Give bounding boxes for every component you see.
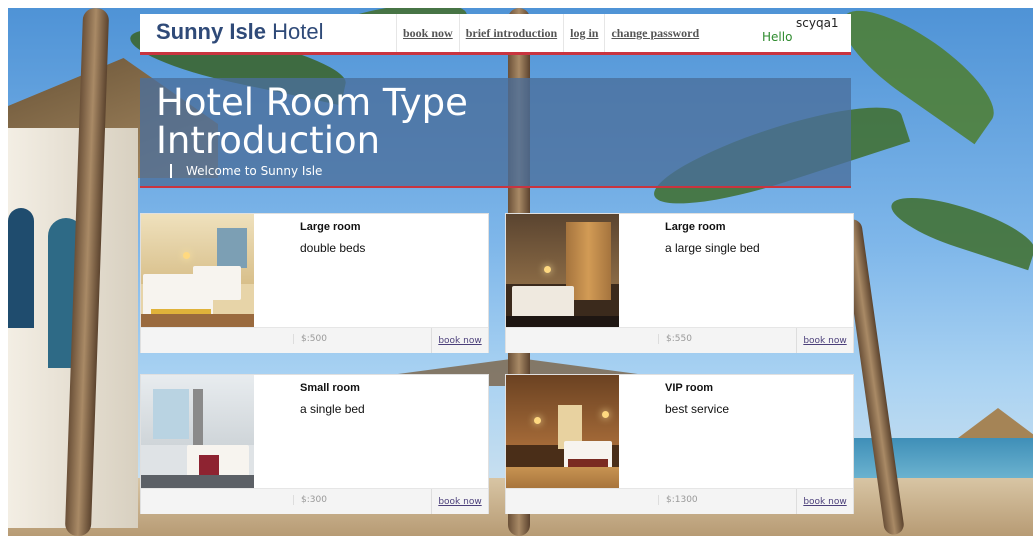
top-header: Sunny Isle Hotel book now brief introduc… [140, 14, 851, 55]
room-photo-large-single [506, 214, 619, 327]
photo-window [153, 389, 189, 439]
site-logo[interactable]: Sunny Isle Hotel [156, 19, 324, 45]
nav-change-password[interactable]: change password [604, 14, 705, 52]
photo-lamp [544, 266, 551, 273]
room-card: Large room double beds $:500 book now [140, 213, 489, 353]
room-photo-small-single [141, 375, 254, 488]
book-now-button[interactable]: book now [796, 328, 853, 353]
nav-brief-introduction[interactable]: brief introduction [458, 14, 563, 52]
photo-window [217, 228, 247, 268]
photo-bed [193, 266, 241, 300]
room-card: Large room a large single bed $:550 book… [505, 213, 854, 353]
room-card-footer: $:300 book now [141, 488, 488, 514]
room-description: double beds [300, 241, 366, 255]
photo-floor [506, 316, 619, 327]
greeting-text: Hello [762, 30, 793, 44]
room-price: $:500 [293, 334, 327, 344]
hero-banner: Hotel Room Type Introduction Welcome to … [140, 78, 851, 188]
photo-lamp [602, 411, 609, 418]
room-description: a large single bed [665, 241, 760, 255]
page-subtitle: Welcome to Sunny Isle [170, 164, 322, 178]
room-photo-vip [506, 375, 619, 488]
username-label: scyqa1 [796, 16, 839, 30]
room-photo-large-double [141, 214, 254, 327]
room-description: a single bed [300, 402, 365, 416]
room-name: Large room [300, 221, 361, 233]
room-name: VIP room [665, 382, 714, 394]
main-nav: book now brief introduction log in chang… [396, 14, 705, 52]
brand-name-bold: Sunny Isle [156, 19, 267, 44]
nav-book-now[interactable]: book now [396, 14, 459, 52]
nav-log-in[interactable]: log in [563, 14, 604, 52]
photo-lamp [534, 417, 541, 424]
photo-floor [141, 314, 254, 327]
room-card: VIP room best service $:1300 book now [505, 374, 854, 514]
room-name: Small room [300, 382, 360, 394]
room-card: Small room a single bed $:300 book now [140, 374, 489, 514]
room-card-footer: $:500 book now [141, 327, 488, 353]
brand-name-light: Hotel [266, 19, 324, 44]
book-now-button[interactable]: book now [431, 489, 488, 514]
page-title: Hotel Room Type Introduction [156, 81, 468, 162]
room-card-footer: $:1300 book now [506, 488, 853, 514]
room-price: $:300 [293, 495, 327, 505]
room-price: $:1300 [658, 495, 698, 505]
photo-floor [506, 467, 619, 488]
photo-lamp [183, 252, 190, 259]
photo-floor [141, 475, 254, 488]
room-name: Large room [665, 221, 726, 233]
book-now-button[interactable]: book now [796, 489, 853, 514]
palm-frond [885, 185, 1033, 271]
book-now-button[interactable]: book now [431, 328, 488, 353]
room-card-footer: $:550 book now [506, 327, 853, 353]
beach-umbrella [958, 408, 1033, 438]
arch-window [8, 208, 34, 328]
room-description: best service [665, 402, 730, 416]
room-price: $:550 [658, 334, 692, 344]
